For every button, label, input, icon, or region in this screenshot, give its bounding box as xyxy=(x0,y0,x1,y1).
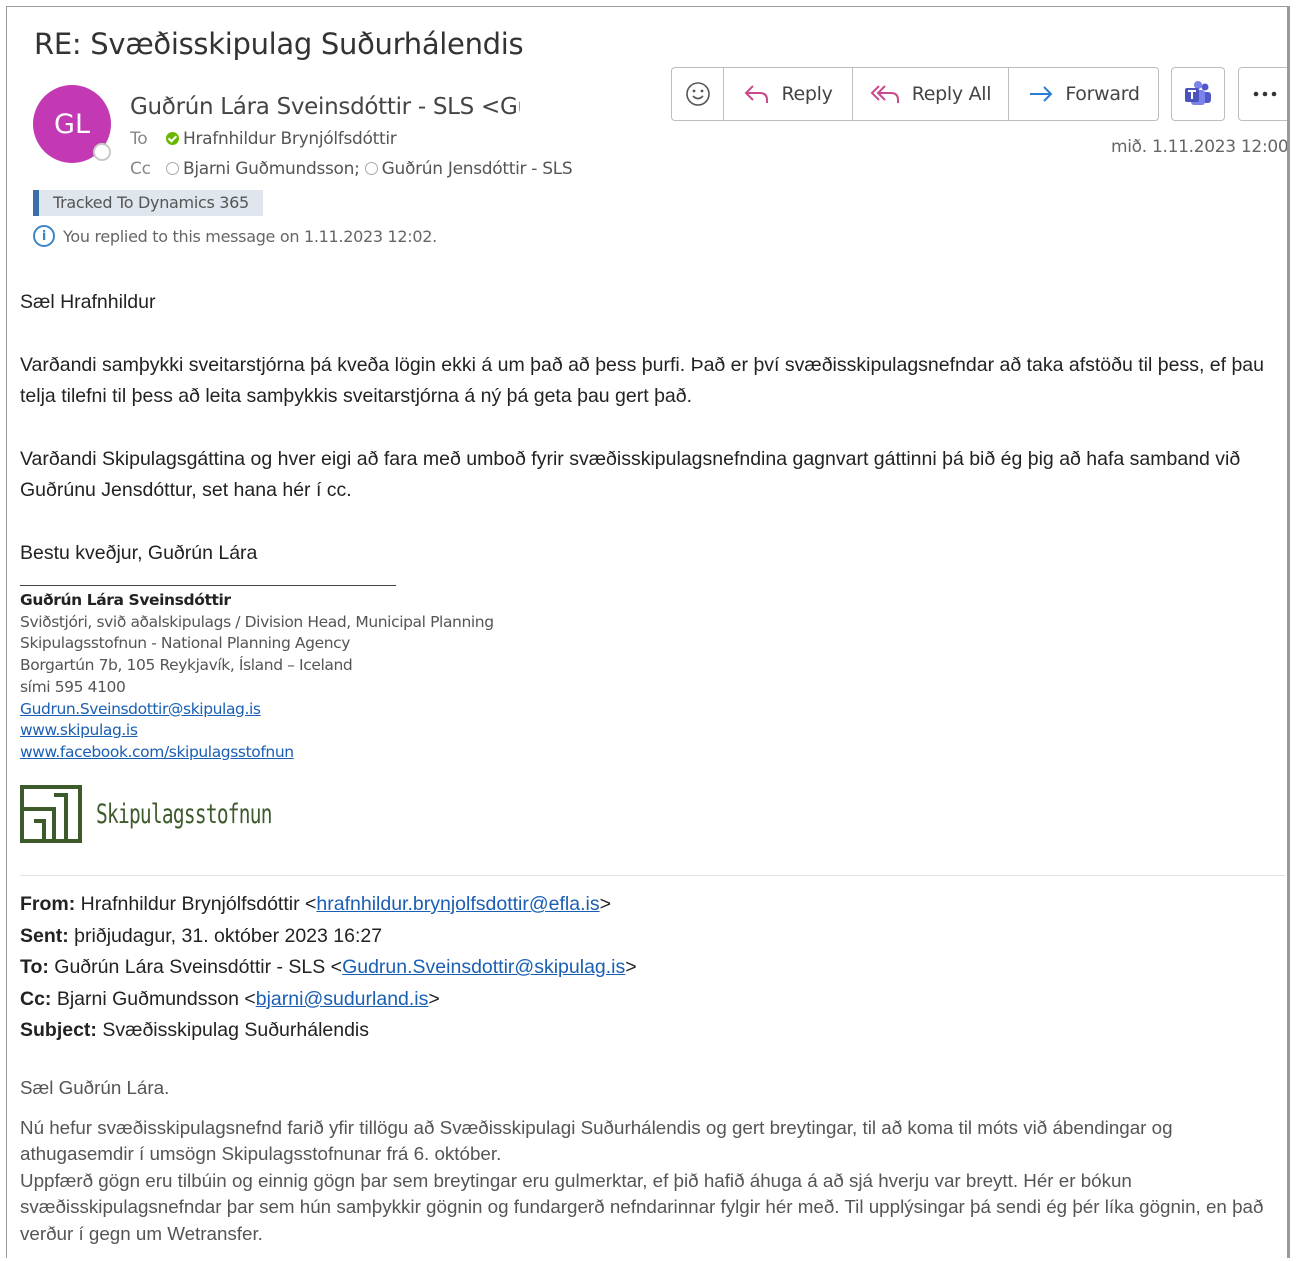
to-recipient[interactable]: Hrafnhildur Brynjólfsdóttir xyxy=(183,129,397,149)
cc-recipient-1[interactable]: Bjarni Guðmundsson; xyxy=(183,159,360,179)
quoted-subject-label: Subject: xyxy=(20,1019,97,1042)
logo-mark-icon xyxy=(20,785,82,843)
unknown-presence-icon xyxy=(364,162,378,175)
signature-web-link[interactable]: www.skipulag.is xyxy=(20,720,494,742)
forward-button[interactable]: Forward xyxy=(1009,68,1158,120)
email-reading-pane: RE: Svæðisskipulag Suðurhálendis GL Guðr… xyxy=(6,6,1290,1258)
signature-email-link[interactable]: Gudrun.Sveinsdottir@skipulag.is xyxy=(20,699,494,721)
emoji-react-button[interactable] xyxy=(672,68,724,120)
reply-all-arrow-icon xyxy=(870,85,899,103)
info-icon: i xyxy=(33,225,55,247)
quoted-from-label: From: xyxy=(20,893,76,915)
signature-facebook-link[interactable]: www.facebook.com/skipulagsstofnun xyxy=(20,742,494,764)
replied-info: i You replied to this message on 1.11.20… xyxy=(33,225,437,247)
teams-button[interactable] xyxy=(1171,67,1225,121)
quoted-body: Sæl Guðrún Lára. Nú hefur svæðisskipulag… xyxy=(20,1075,1282,1247)
closing: Bestu kveðjur, Guðrún Lára xyxy=(20,542,258,564)
reply-label: Reply xyxy=(781,83,833,105)
forward-arrow-icon xyxy=(1030,86,1053,102)
sender-name[interactable]: Guðrún Lára Sveinsdóttir - SLS <Gudrun.S… xyxy=(130,94,520,120)
cc-line: Cc Bjarni Guðmundsson; Guðrún Jensdóttir … xyxy=(130,159,573,179)
quoted-paragraph-2: Uppfærð gögn eru tilbúin og einnig gögn … xyxy=(20,1169,1264,1244)
quoted-headers: From: Hrafnhildur Brynjólfsdóttir <hrafn… xyxy=(20,893,637,1042)
body-paragraph-1: Varðandi samþykki sveitarstjórna þá kveð… xyxy=(20,354,1264,407)
signature-block: Guðrún Lára Sveinsdóttir Sviðstjóri, svi… xyxy=(20,590,494,764)
quoted-cc-email[interactable]: bjarni@sudurland.is xyxy=(256,988,429,1010)
forward-label: Forward xyxy=(1065,83,1140,105)
reply-button[interactable]: Reply xyxy=(724,68,853,120)
quoted-sent-value: þriðjudagur, 31. október 2023 16:27 xyxy=(74,924,383,947)
signature-address: Borgartún 7b, 105 Reykjavík, Ísland – Ic… xyxy=(20,656,353,675)
signature-title: Sviðstjóri, svið aðalskipulags / Divisio… xyxy=(20,612,494,631)
quoted-divider xyxy=(20,875,1285,876)
cc-recipient-2[interactable]: Guðrún Jensdóttir - SLS xyxy=(382,159,573,179)
quoted-cc-name: Bjarni Guðmundsson < xyxy=(56,987,256,1010)
presence-status-icon xyxy=(93,143,111,161)
greeting: Sæl Hrafnhildur xyxy=(20,291,156,313)
to-line: To Hrafnhildur Brynjólfsdóttir xyxy=(130,129,397,149)
skipulagsstofnun-logo: Skipulagsstofnun xyxy=(20,785,340,843)
message-body: Sæl Hrafnhildur Varðandi samþykki sveita… xyxy=(20,287,1282,601)
reply-all-button[interactable]: Reply All xyxy=(853,68,1009,120)
quoted-cc-label: Cc: xyxy=(20,987,52,1010)
body-paragraph-2: Varðandi Skipulagsgáttina og hver eigi a… xyxy=(20,448,1241,501)
quoted-from-email[interactable]: hrafnhildur.brynjolfsdottir@efla.is xyxy=(316,893,599,915)
teams-icon xyxy=(1185,81,1211,105)
quoted-to-name: Guðrún Lára Sveinsdóttir - SLS < xyxy=(54,956,343,979)
quoted-subject-value: Svæðisskipulag Suðurhálendis xyxy=(102,1019,370,1042)
replied-text: You replied to this message on 1.11.2023… xyxy=(63,226,437,246)
message-action-toolbar: Reply Reply All Forward xyxy=(671,67,1159,121)
available-presence-icon xyxy=(166,132,179,145)
more-dots-icon xyxy=(1253,91,1277,97)
quoted-sent-label: Sent: xyxy=(20,924,69,947)
signature-name: Guðrún Lára Sveinsdóttir xyxy=(20,591,231,609)
quoted-to-label: To: xyxy=(20,956,49,979)
signature-divider xyxy=(20,585,396,586)
more-actions-button[interactable] xyxy=(1238,67,1287,121)
quoted-paragraph-1: Nú hefur svæðisskipulagsnefnd farið yfir… xyxy=(20,1116,1173,1165)
tracked-dynamics-banner: Tracked To Dynamics 365 xyxy=(33,190,263,216)
quoted-to-email[interactable]: Gudrun.Sveinsdottir@skipulag.is xyxy=(342,956,625,978)
cc-label: Cc xyxy=(130,159,151,179)
signature-org: Skipulagsstofnun - National Planning Age… xyxy=(20,634,351,653)
smiley-icon xyxy=(685,82,710,106)
email-subject: RE: Svæðisskipulag Suðurhálendis xyxy=(34,27,524,61)
received-date: mið. 1.11.2023 12:00 xyxy=(1111,137,1289,157)
unknown-presence-icon xyxy=(166,162,179,175)
to-label: To xyxy=(130,129,148,149)
reply-arrow-icon xyxy=(745,85,769,103)
quoted-greeting: Sæl Guðrún Lára. xyxy=(20,1077,170,1098)
reply-all-label: Reply All xyxy=(911,83,992,105)
signature-phone: sími 595 4100 xyxy=(20,677,126,696)
logo-text: Skipulagsstofnun xyxy=(96,798,272,830)
quoted-from-name: Hrafnhildur Brynjólfsdóttir < xyxy=(80,893,317,915)
